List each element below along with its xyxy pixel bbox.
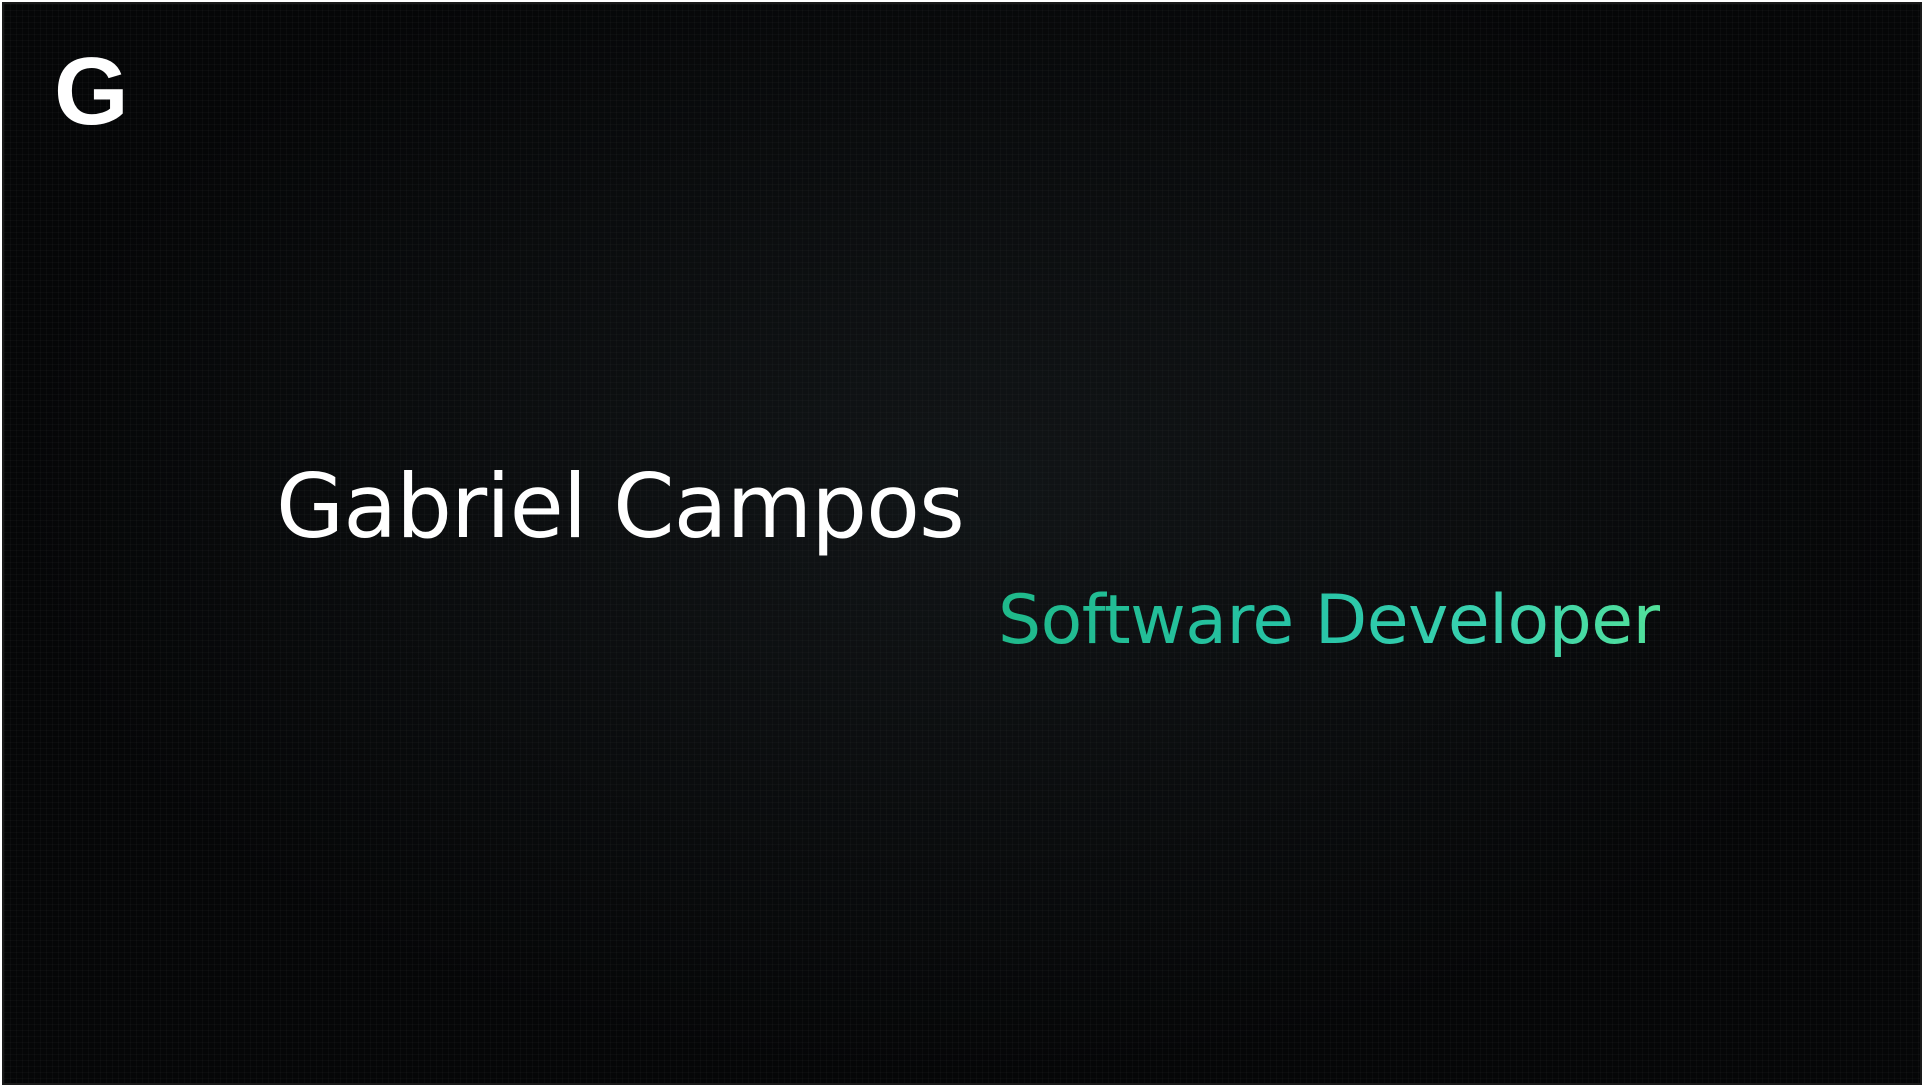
- hero-role: Software Developer: [998, 581, 1661, 660]
- hero-screen: G Gabriel Campos Software Developer: [4, 4, 1920, 1083]
- hero-name: Gabriel Campos: [276, 455, 965, 558]
- site-logo[interactable]: G: [54, 44, 129, 140]
